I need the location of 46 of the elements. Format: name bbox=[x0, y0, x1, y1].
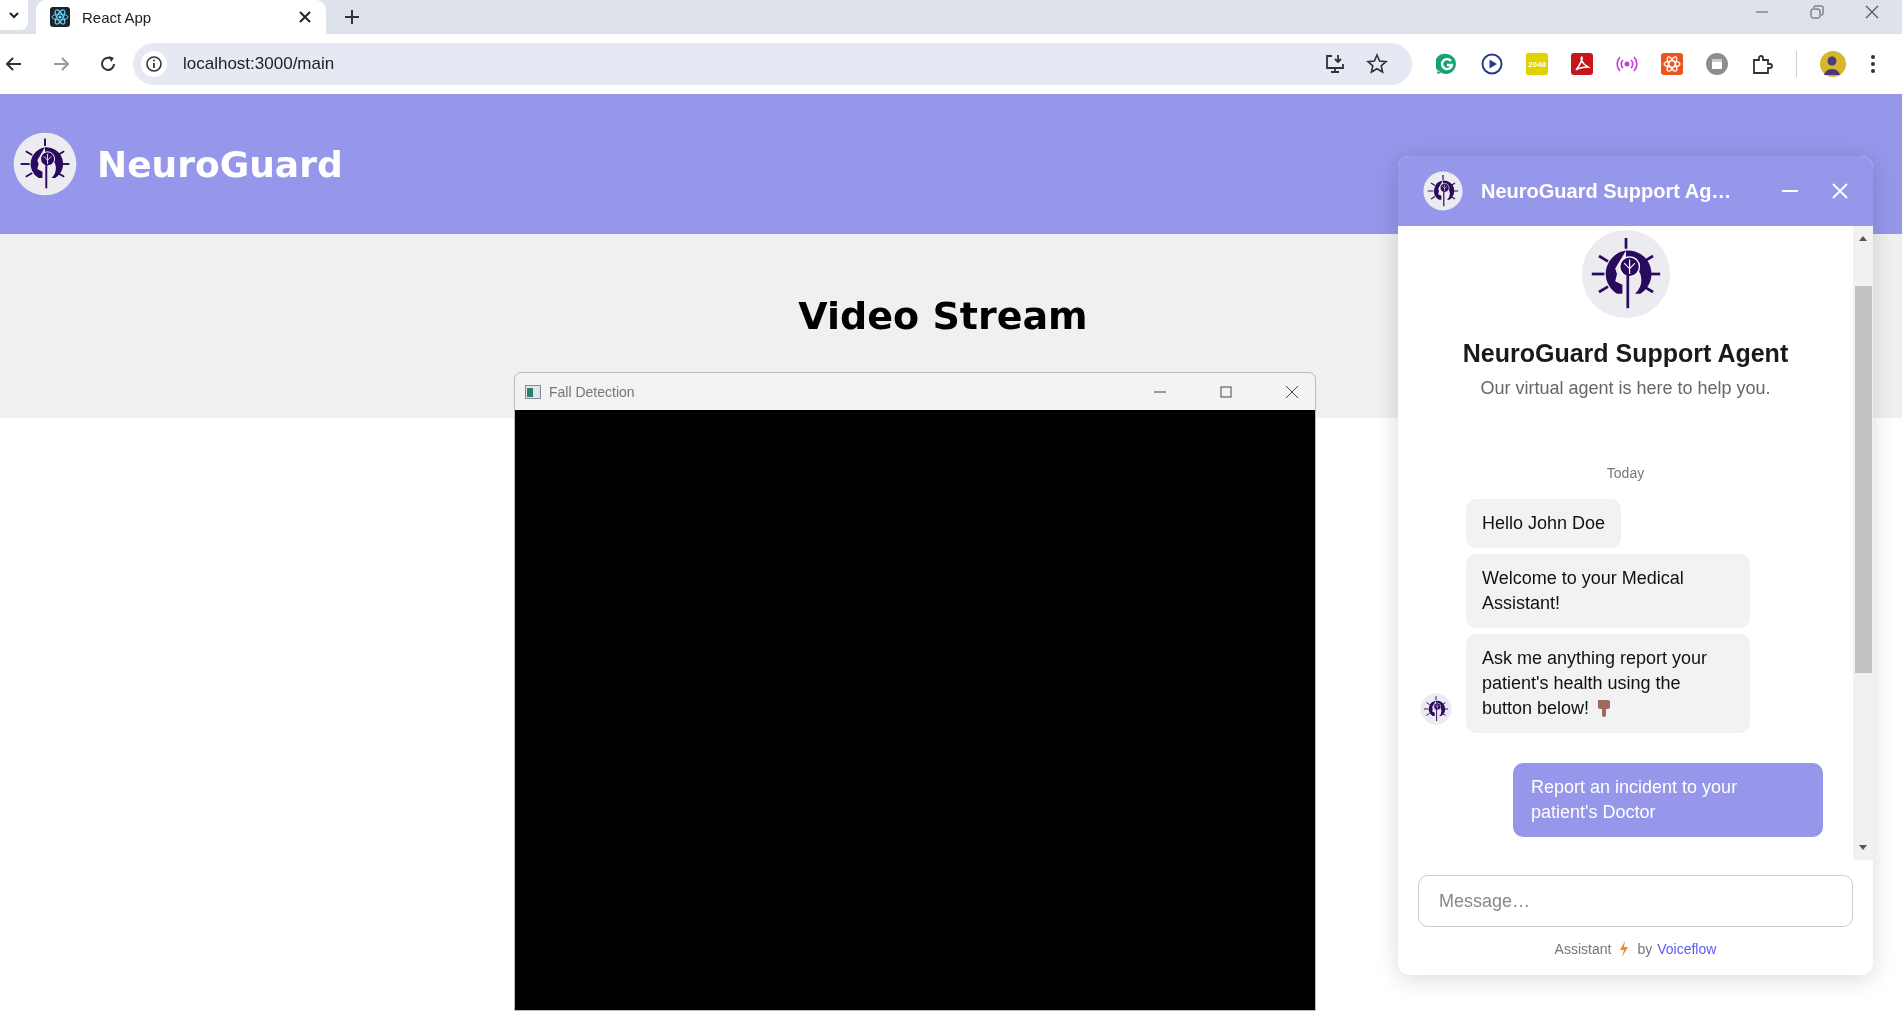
window-app-icon bbox=[525, 384, 541, 399]
info-icon[interactable] bbox=[141, 51, 167, 77]
install-icon[interactable] bbox=[1324, 53, 1346, 75]
scroll-thumb[interactable] bbox=[1854, 286, 1872, 673]
calendar-icon[interactable] bbox=[1706, 53, 1728, 75]
report-incident-button[interactable]: Report an incident to your patient's Doctor bbox=[1513, 763, 1823, 837]
brain-logo-icon bbox=[1580, 229, 1671, 319]
scroll-down-icon[interactable] bbox=[1858, 844, 1868, 852]
atom-icon[interactable] bbox=[1661, 53, 1683, 75]
agent-tagline: Our virtual agent is here to help you. bbox=[1480, 378, 1771, 399]
url-text: localhost:3000/main bbox=[183, 54, 335, 74]
chat-title: NeuroGuard Support Ag… bbox=[1481, 179, 1733, 203]
message-bubble: Ask me anything report your patient's health using the button below! bbox=[1466, 634, 1750, 733]
message-bubble: Welcome to your Medical Assistant! bbox=[1466, 554, 1750, 628]
avatar-icon[interactable] bbox=[1820, 51, 1846, 77]
extension-icon[interactable] bbox=[1436, 53, 1458, 75]
menu-icon[interactable] bbox=[1869, 53, 1877, 75]
scrollbar[interactable] bbox=[1853, 226, 1873, 860]
atom-icon bbox=[50, 7, 70, 27]
tab-title: React App bbox=[82, 8, 153, 26]
pdf-icon[interactable] bbox=[1571, 53, 1593, 75]
message-bubble: Hello John Doe bbox=[1466, 499, 1622, 548]
page-heading: Video Stream bbox=[798, 293, 1088, 340]
brain-logo-icon bbox=[13, 132, 77, 196]
address-bar[interactable]: localhost:3000/main bbox=[133, 43, 1412, 85]
reload-icon[interactable] bbox=[98, 54, 118, 74]
date-divider: Today bbox=[1606, 465, 1645, 481]
lightning-icon bbox=[1619, 941, 1630, 957]
brain-logo-icon bbox=[1423, 171, 1463, 211]
footer-by: by bbox=[1637, 941, 1653, 957]
voiceflow-link[interactable]: Voiceflow bbox=[1657, 941, 1717, 957]
bot-avatar-icon bbox=[1420, 693, 1452, 725]
puzzle-icon[interactable] bbox=[1751, 53, 1773, 75]
new-tab-icon[interactable] bbox=[344, 9, 360, 25]
footer-label: Assistant bbox=[1554, 941, 1612, 957]
bookmark-star-icon[interactable] bbox=[1366, 53, 1388, 75]
message-input[interactable]: Message… bbox=[1418, 875, 1853, 927]
play-icon[interactable] bbox=[1481, 53, 1503, 75]
close-icon[interactable] bbox=[298, 10, 312, 24]
tab-list-button[interactable] bbox=[0, 0, 28, 30]
restore-icon[interactable] bbox=[1809, 4, 1825, 20]
brand-name: NeuroGuard bbox=[97, 143, 343, 185]
browser-tab[interactable]: React App bbox=[36, 0, 326, 34]
agent-name: NeuroGuard Support Agent bbox=[1462, 339, 1789, 368]
window-title: Fall Detection bbox=[549, 383, 635, 400]
close-icon[interactable] bbox=[1285, 384, 1299, 399]
